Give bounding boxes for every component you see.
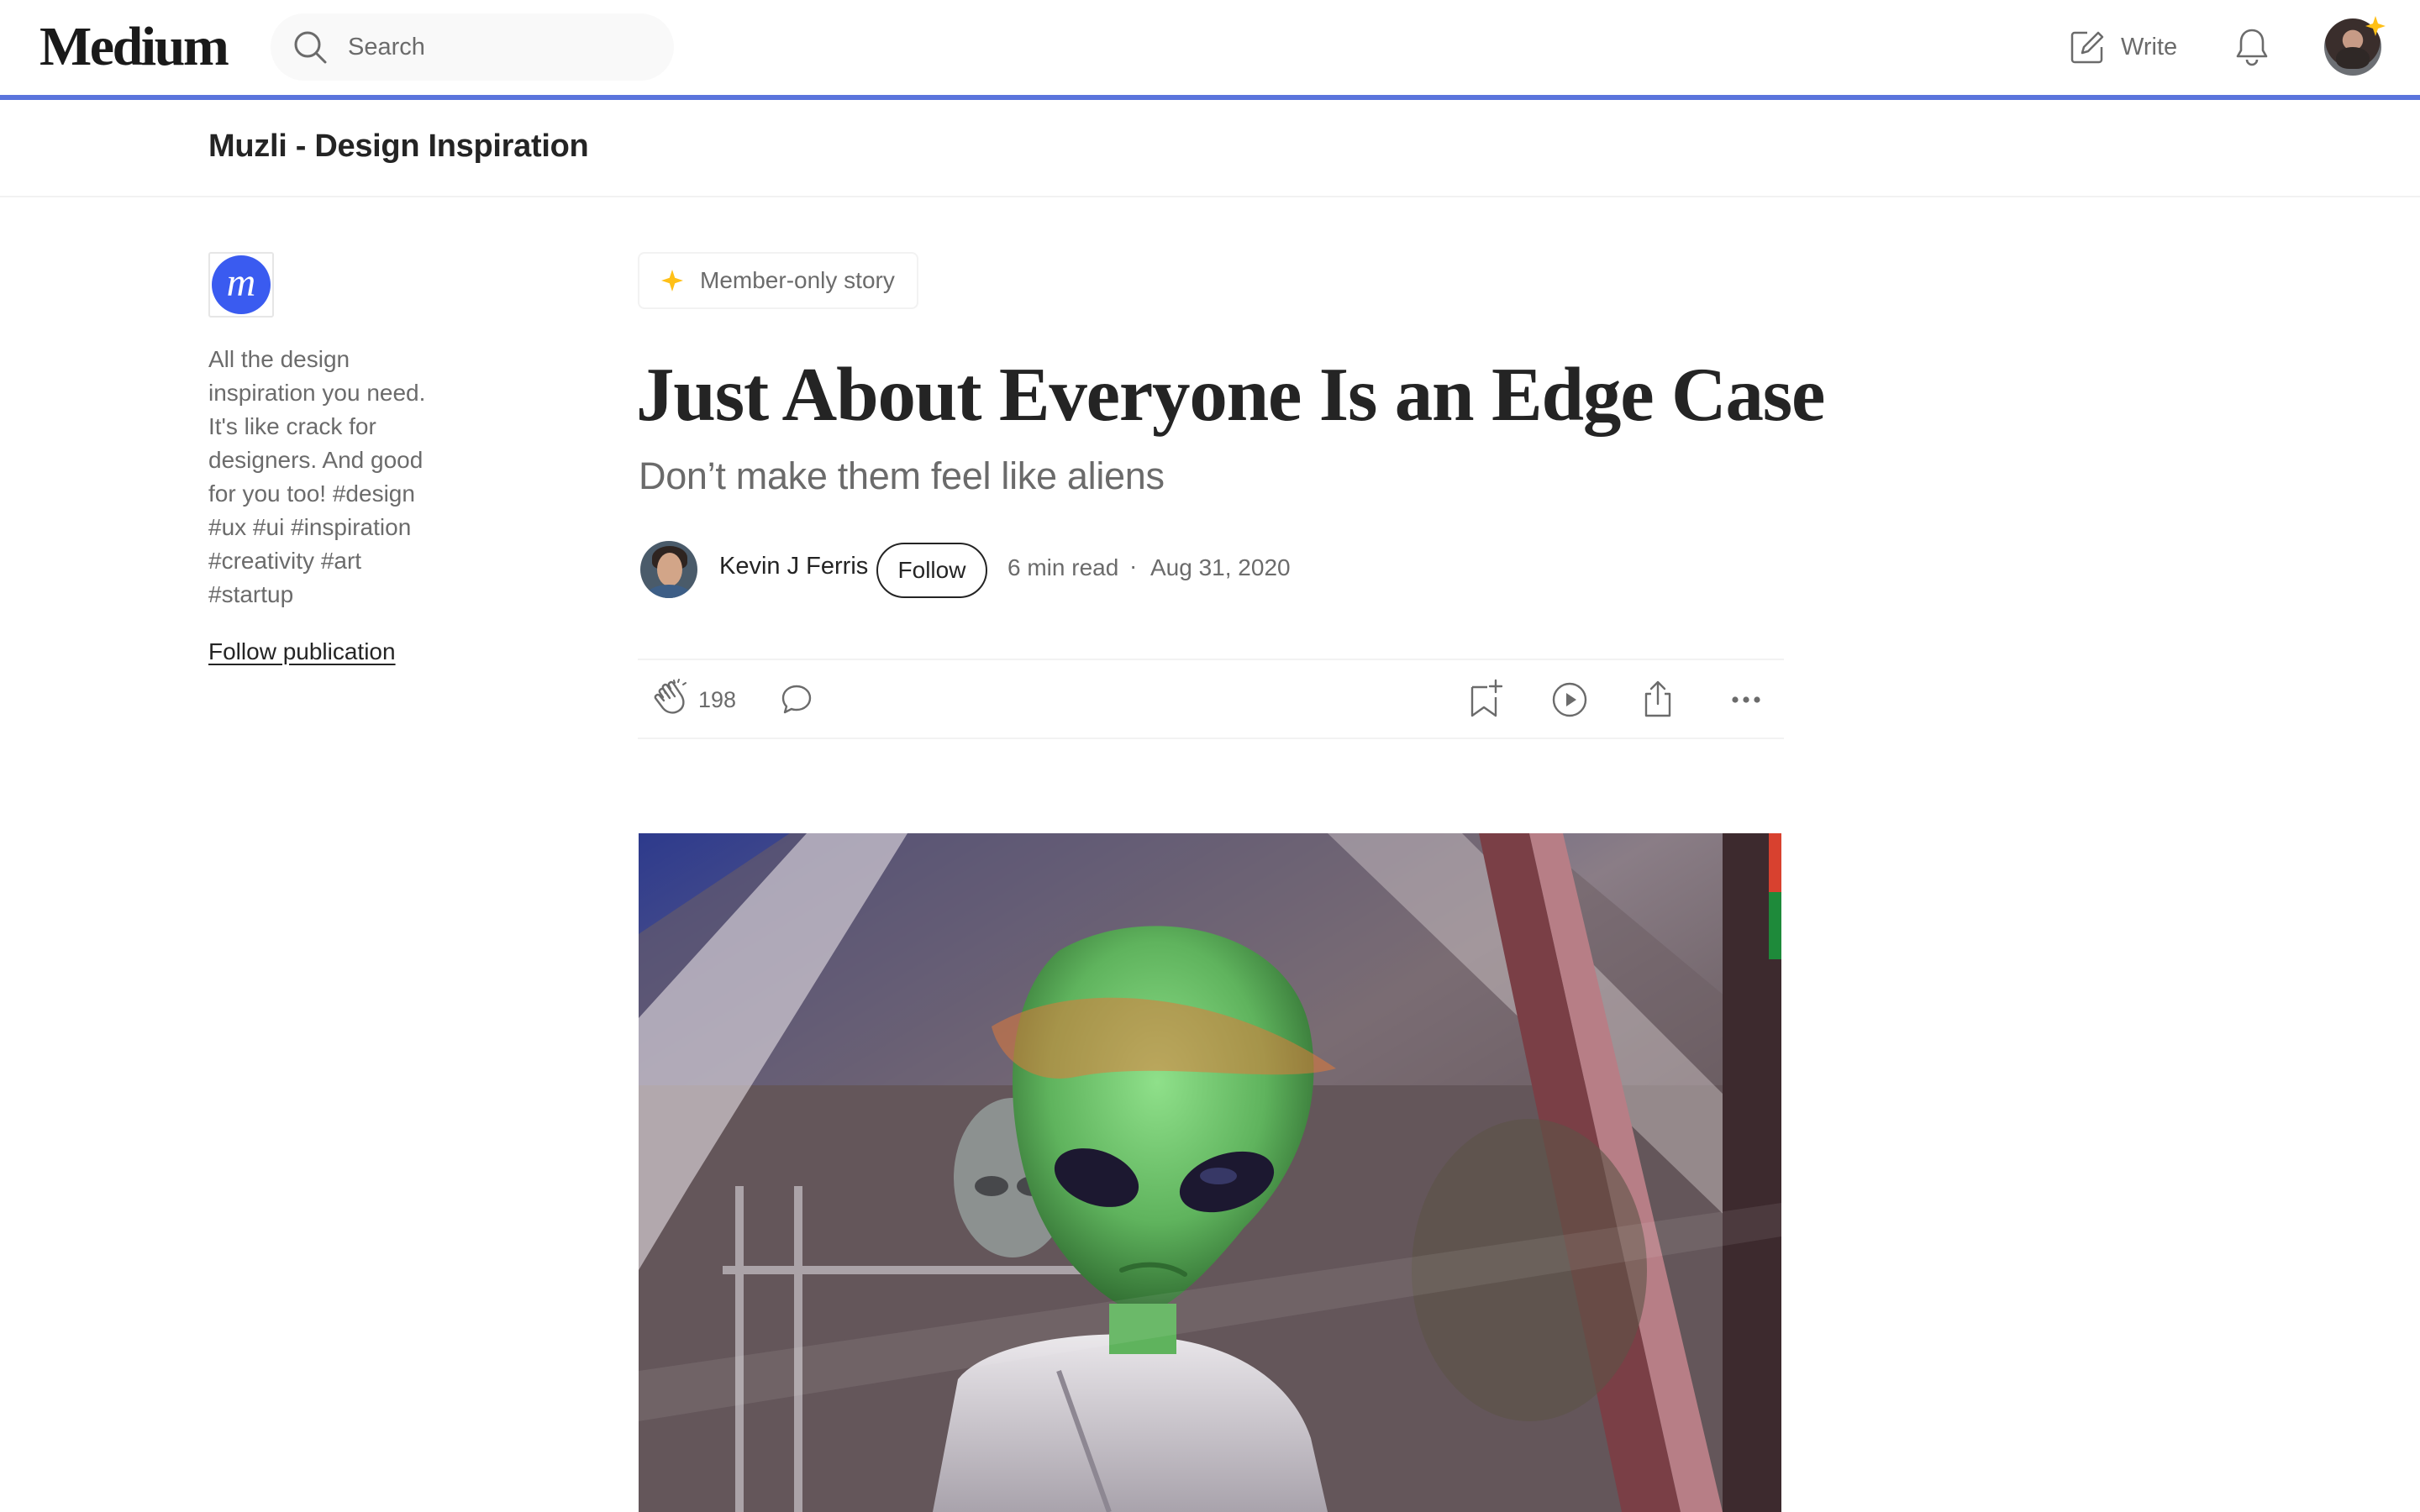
write-label: Write xyxy=(2121,33,2178,60)
search-input[interactable] xyxy=(348,13,659,81)
bookmark-add-icon[interactable] xyxy=(1465,679,1502,719)
author-avatar[interactable] xyxy=(640,541,697,598)
follow-publication-link[interactable]: Follow publication xyxy=(208,638,396,665)
article-subtitle: Don’t make them feel like aliens xyxy=(639,454,1165,497)
alien-in-car-photo xyxy=(639,833,1781,1512)
search-icon xyxy=(294,31,327,64)
article-hero-image xyxy=(639,833,1781,1512)
publication-name[interactable]: Muzli - Design Inspiration xyxy=(208,129,589,165)
member-star-icon xyxy=(661,270,683,291)
search-bar[interactable] xyxy=(271,13,674,81)
member-only-badge: Member-only story xyxy=(638,252,918,309)
response-icon[interactable] xyxy=(779,682,814,717)
author-name[interactable]: Kevin J Ferris xyxy=(719,553,868,580)
article-action-bar: 198 xyxy=(638,659,1784,739)
clap-count: 198 xyxy=(698,687,737,712)
bell-icon[interactable] xyxy=(2230,25,2274,69)
publication-bar: Muzli - Design Inspiration xyxy=(0,100,2420,197)
write-button[interactable]: Write xyxy=(2069,24,2177,71)
author-meta: Kevin J Ferris Follow 6 min read · Aug 3… xyxy=(639,541,1445,598)
follow-author-button[interactable]: Follow xyxy=(876,543,987,598)
clap-icon[interactable] xyxy=(653,679,692,719)
top-navigation: Medium Write xyxy=(0,0,2420,95)
read-time: 6 min read xyxy=(1007,554,1119,580)
medium-logo[interactable]: Medium xyxy=(39,15,229,79)
publication-logo: m xyxy=(212,255,271,314)
publication-logo-frame[interactable]: m xyxy=(208,252,274,318)
member-only-label: Member-only story xyxy=(700,267,895,293)
write-icon xyxy=(2070,31,2104,64)
play-icon[interactable] xyxy=(1550,680,1589,719)
article-title: Just About Everyone Is an Edge Case xyxy=(636,352,1825,437)
publication-description: All the design inspiration you need. It'… xyxy=(208,346,426,607)
member-star-icon xyxy=(2365,16,2386,36)
more-icon[interactable] xyxy=(1727,680,1765,719)
publish-date: Aug 31, 2020 xyxy=(1150,554,1291,580)
share-icon[interactable] xyxy=(1639,679,1676,719)
meta-separator: · xyxy=(1129,553,1138,579)
